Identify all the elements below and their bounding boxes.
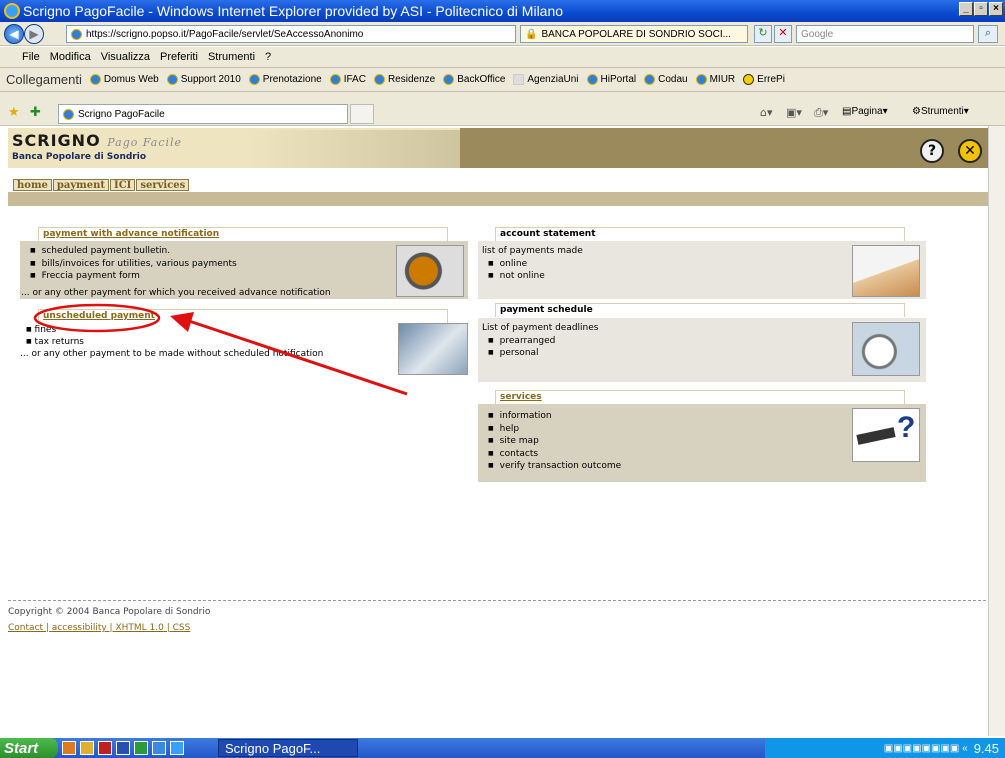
footer-link-xhtml[interactable]: XHTML 1.0 <box>115 623 163 633</box>
footer-link-contact[interactable]: Contact <box>8 623 43 633</box>
tray-icons[interactable]: ▣▣▣▣▣▣▣▣ « <box>884 743 968 754</box>
site-footer: Copyright © 2004 Banca Popolare di Sondr… <box>8 600 996 633</box>
start-button[interactable]: Start <box>0 738 58 758</box>
quicklaunch-icon[interactable] <box>98 741 112 755</box>
start-label: Start <box>4 739 39 757</box>
clock: 9.45 <box>973 740 999 756</box>
footer-link-accessibility[interactable]: accessibility <box>52 623 107 633</box>
quicklaunch-icon[interactable] <box>62 741 76 755</box>
taskbar-item-label: Scrigno PagoF... <box>225 740 321 756</box>
annotation-arrow-head <box>170 312 194 332</box>
quicklaunch-icon[interactable] <box>134 741 148 755</box>
quicklaunch-icon[interactable] <box>152 741 166 755</box>
footer-link-css[interactable]: CSS <box>173 623 191 633</box>
taskbar-item-scrigno[interactable]: Scrigno PagoF... <box>218 739 358 757</box>
vertical-scrollbar[interactable] <box>988 126 1005 736</box>
quicklaunch-icon[interactable] <box>80 741 94 755</box>
quicklaunch-icon[interactable] <box>116 741 130 755</box>
taskbar: Start Scrigno PagoF... ▣▣▣▣▣▣▣▣ « 9.45 <box>0 738 1005 758</box>
copyright-text: Copyright © 2004 Banca Popolare di Sondr… <box>8 607 211 617</box>
annotation-arrow-line <box>185 318 408 396</box>
system-tray: ▣▣▣▣▣▣▣▣ « 9.45 <box>765 738 1005 758</box>
quicklaunch-icon[interactable] <box>170 741 184 755</box>
annotation-ellipse <box>33 303 161 333</box>
annotation-overlay <box>33 303 408 396</box>
